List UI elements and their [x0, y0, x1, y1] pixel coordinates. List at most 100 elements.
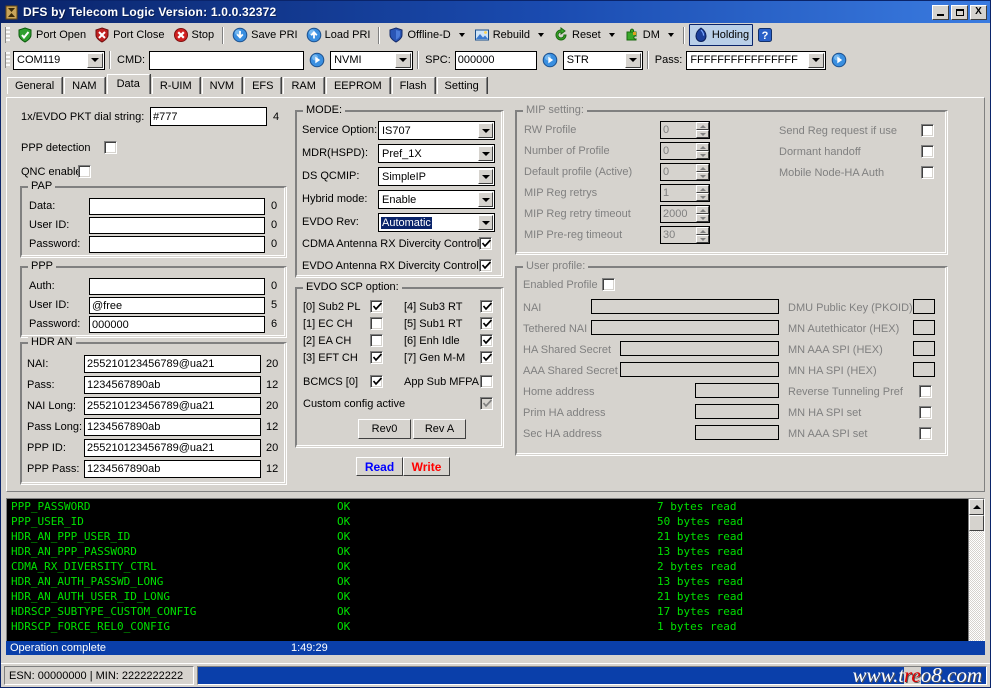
scp-4-checkbox[interactable]	[480, 300, 493, 313]
dm-button[interactable]: DM	[620, 25, 664, 45]
mn-autethicator-input[interactable]	[913, 320, 935, 335]
tab-nam[interactable]: NAM	[64, 77, 105, 94]
tab-setting[interactable]: Setting	[436, 77, 487, 94]
scp-1-checkbox[interactable]	[370, 317, 383, 330]
dormant-handoff-checkbox[interactable]	[921, 145, 934, 158]
mdr-hspd-select[interactable]: Pref_1X	[378, 144, 495, 163]
mode-select-chevron-down-icon[interactable]	[395, 52, 412, 68]
dm-chevron-down-icon[interactable]	[667, 33, 674, 37]
default-profile-stepper[interactable]	[696, 164, 709, 180]
tab-nvm[interactable]: NVM	[201, 77, 243, 94]
qnc-enabled-checkbox[interactable]	[78, 165, 91, 178]
mip-reg-retrys-spinner[interactable]: 1	[660, 184, 710, 202]
ppp-userid-input[interactable]: @free	[89, 297, 265, 314]
mobile-node-ha-auth-checkbox[interactable]	[921, 166, 934, 179]
reset-button[interactable]: Reset	[549, 25, 605, 45]
port-close-button[interactable]: Port Close	[90, 25, 168, 45]
evdo-rev-chevron-down-icon[interactable]	[478, 215, 493, 230]
hybrid-mode-chevron-down-icon[interactable]	[478, 192, 493, 207]
mode-select[interactable]: NVMI	[330, 50, 414, 70]
evdo-rx-divercity-checkbox[interactable]	[479, 259, 492, 272]
tab-flash[interactable]: Flash	[391, 77, 435, 94]
mn-aaa-spi-set-checkbox[interactable]	[919, 427, 932, 440]
number-of-profile-stepper[interactable]	[696, 143, 709, 159]
log-rows[interactable]: PPP_PASSWORD OK 7 bytes read PPP_USER_ID…	[7, 499, 968, 642]
app-sub-mfpa-checkbox[interactable]	[480, 375, 493, 388]
rw-profile-spinner[interactable]: 0	[660, 121, 710, 139]
send-pass-icon[interactable]	[831, 52, 847, 68]
bcmcs-checkbox[interactable]	[370, 375, 383, 388]
rev0-button[interactable]: Rev0	[358, 419, 411, 439]
maximize-button[interactable]	[951, 4, 968, 20]
service-option-chevron-down-icon[interactable]	[478, 123, 493, 138]
toolbar-grip[interactable]	[5, 27, 10, 43]
default-profile-spinner[interactable]: 0	[660, 163, 710, 181]
mn-aaa-spi-hex-input[interactable]	[913, 341, 935, 356]
hdr-ppp-pass-input[interactable]: 1234567890ab	[84, 460, 261, 478]
send-cmd-icon[interactable]	[309, 52, 325, 68]
tab-general[interactable]: General	[7, 77, 63, 94]
hdr-ppp-id-input[interactable]: 255210123456789@ua21	[84, 439, 261, 457]
evdo-rev-select[interactable]: Automatic	[378, 213, 495, 232]
dial-string-input[interactable]: #777	[150, 107, 267, 126]
service-option-select[interactable]: IS707	[378, 121, 495, 140]
pap-userid-input[interactable]	[89, 217, 265, 234]
close-button[interactable]: X	[970, 4, 987, 20]
ppp-password-input[interactable]: 000000	[89, 316, 265, 333]
mn-ha-spi-set-checkbox[interactable]	[919, 406, 932, 419]
rebuild-chevron-down-icon[interactable]	[538, 33, 544, 37]
mip-reg-retry-timeout-spinner[interactable]: 2000	[660, 205, 710, 223]
reverse-tunneling-pref-checkbox[interactable]	[919, 385, 932, 398]
tab-data[interactable]: Data	[106, 74, 150, 94]
log-scrollbar[interactable]	[968, 499, 984, 642]
prim-ha-address-input[interactable]	[695, 404, 779, 419]
enabled-profile-checkbox[interactable]	[602, 278, 615, 291]
pap-data-input[interactable]	[89, 198, 265, 215]
port-open-button[interactable]: Port Open	[13, 25, 90, 45]
ha-shared-secret-input[interactable]	[620, 341, 779, 356]
ppp-auth-input[interactable]	[89, 278, 265, 295]
pass-select-chevron-down-icon[interactable]	[808, 52, 825, 68]
port-select-chevron-down-icon[interactable]	[87, 52, 103, 68]
hdr-nai-long-input[interactable]: 255210123456789@ua21	[84, 397, 261, 415]
cdma-rx-divercity-checkbox[interactable]	[479, 237, 492, 250]
holding-button[interactable]: Holding	[688, 24, 754, 46]
tab-ruim[interactable]: R-UIM	[151, 77, 200, 94]
str-select-chevron-down-icon[interactable]	[624, 52, 641, 68]
scp-6-checkbox[interactable]	[480, 334, 493, 347]
scp-5-checkbox[interactable]	[480, 317, 493, 330]
offline-d-button[interactable]: Offline-D	[384, 25, 454, 45]
offline-d-chevron-down-icon[interactable]	[458, 33, 465, 37]
scrollbar-thumb[interactable]	[969, 515, 984, 531]
read-button[interactable]: Read	[356, 457, 403, 476]
hdr-nai-input[interactable]: 255210123456789@ua21	[84, 355, 261, 373]
rebuild-button[interactable]: Rebuild	[470, 25, 534, 45]
home-address-input[interactable]	[695, 383, 779, 398]
mip-prereg-timeout-spinner[interactable]: 30	[660, 226, 710, 244]
cmd-input[interactable]	[149, 50, 305, 70]
help-button[interactable]: ?	[753, 25, 777, 45]
sec-ha-address-input[interactable]	[695, 425, 779, 440]
mip-reg-retry-timeout-stepper[interactable]	[696, 206, 709, 222]
load-pri-button[interactable]: Load PRI	[302, 25, 375, 45]
ds-qcmip-select[interactable]: SimpleIP	[378, 167, 495, 186]
command-toolbar-grip[interactable]	[5, 52, 10, 68]
spc-input[interactable]: 000000	[454, 50, 537, 70]
send-reg-request-checkbox[interactable]	[921, 124, 934, 137]
number-of-profile-spinner[interactable]: 0	[660, 142, 710, 160]
write-button[interactable]: Write	[403, 457, 450, 476]
tab-ram[interactable]: RAM	[283, 77, 324, 94]
mip-reg-retrys-stepper[interactable]	[696, 185, 709, 201]
scp-7-checkbox[interactable]	[480, 351, 493, 364]
str-select[interactable]: STR	[562, 50, 643, 70]
save-pri-button[interactable]: Save PRI	[228, 25, 301, 45]
rw-profile-stepper[interactable]	[696, 122, 709, 138]
send-spc-icon[interactable]	[542, 52, 558, 68]
custom-config-checkbox[interactable]	[480, 397, 493, 410]
tab-efs[interactable]: EFS	[244, 77, 282, 94]
scrollbar-track[interactable]	[969, 531, 984, 642]
mdr-hspd-chevron-down-icon[interactable]	[478, 146, 493, 161]
dmu-public-key-input[interactable]	[913, 299, 935, 314]
pass-select[interactable]: FFFFFFFFFFFFFFFF	[686, 50, 827, 70]
mip-prereg-timeout-stepper[interactable]	[696, 227, 709, 243]
